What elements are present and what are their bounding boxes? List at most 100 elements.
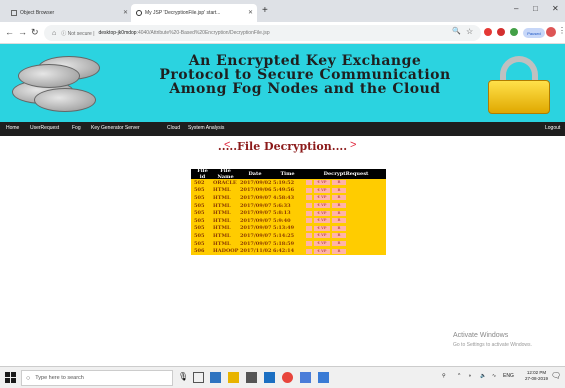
maximize-button[interactable]: □ — [533, 4, 538, 13]
extension-icon[interactable] — [497, 28, 505, 36]
decrypt-request-option[interactable] — [306, 233, 312, 239]
file-name-cell: HTML — [213, 232, 231, 239]
decrypt-request-option[interactable]: R — [332, 203, 346, 209]
nav-fog[interactable]: Fog — [72, 125, 81, 131]
decrypt-request-option[interactable]: R — [332, 187, 346, 193]
decrypt-request-button[interactable]: € VP — [314, 210, 330, 216]
decrypt-request-option[interactable]: R — [332, 241, 346, 247]
tab-object-browser[interactable]: Object Browser ✕ — [6, 4, 132, 22]
nav-userrequest[interactable]: UserRequest — [30, 125, 59, 131]
zoom-icon[interactable]: 🔍 — [452, 27, 461, 35]
decrypt-request-option[interactable] — [306, 210, 312, 216]
file-id-cell: 505 — [194, 217, 205, 224]
table-row: 506 HADOOP 2017/11/02 6:42:14 € VP R — [191, 247, 386, 255]
nav-home[interactable]: Home — [6, 125, 19, 131]
screen: Object Browser ✕ My JSP 'DecryptionFile.… — [0, 0, 565, 388]
decrypt-request-button[interactable]: € VP — [314, 180, 330, 186]
close-tab-icon[interactable]: ✕ — [123, 9, 128, 16]
chevron-up-icon[interactable]: ^ — [458, 373, 460, 379]
menu-icon[interactable]: ⋮ — [558, 26, 565, 35]
app-icon[interactable] — [210, 372, 221, 383]
decrypt-request-button[interactable]: € VP — [314, 187, 330, 193]
decryption-table: File id File Name Date Time DecryptReque… — [191, 168, 386, 255]
tab-title: Object Browser — [20, 10, 55, 16]
nav-logout[interactable]: Logout — [545, 125, 560, 131]
decrypt-request-button[interactable]: € VP — [314, 218, 330, 224]
time-cell: 5:9:40 — [273, 217, 291, 224]
decrypt-request-button[interactable]: € VP — [314, 241, 330, 247]
time-cell: 4:58:43 — [273, 194, 295, 201]
decrypt-request-button[interactable]: € VP — [314, 225, 330, 231]
extension-icon[interactable] — [484, 28, 492, 36]
reload-icon[interactable]: ↻ — [31, 27, 39, 38]
decrypt-request-option[interactable]: R — [332, 233, 346, 239]
url-field[interactable]: ⌂ ⓘ Not secure | desktop-jk0mdop :4040/A… — [44, 25, 481, 41]
decrypt-request-option[interactable] — [306, 241, 312, 247]
decrypt-request-controls: € VP R — [306, 203, 386, 209]
keyboard-lang[interactable]: ENG — [503, 373, 514, 379]
task-view-icon[interactable] — [193, 372, 204, 383]
decrypt-request-option[interactable] — [306, 203, 312, 209]
taskbar-clock[interactable]: 12:02 PM 27-08-2019 — [525, 370, 548, 382]
new-tab-button[interactable]: + — [262, 5, 268, 16]
decrypt-request-option[interactable]: R — [332, 180, 346, 186]
nav-key-generator-server[interactable]: Key Generator Server — [91, 125, 140, 131]
notification-icon[interactable]: 🗨 — [551, 371, 561, 380]
decrypt-request-controls: € VP R — [306, 180, 386, 186]
forward-icon[interactable]: → — [18, 27, 27, 37]
decrypt-request-option[interactable] — [306, 180, 312, 186]
wifi-icon[interactable]: ∿ — [492, 373, 496, 379]
decrypt-request-option[interactable] — [306, 248, 312, 254]
url-host: desktop-jk0mdop — [98, 30, 137, 36]
mail-icon[interactable] — [264, 372, 275, 383]
decrypt-request-cell: € VP R — [302, 241, 386, 247]
file-name-cell: HTML — [213, 240, 231, 247]
time-cell: 5:18:59 — [273, 240, 295, 247]
taskbar-search-input[interactable]: ○ Type here to search — [21, 370, 173, 386]
nav-cloud[interactable]: Cloud — [167, 125, 180, 131]
minimize-button[interactable]: – — [514, 4, 518, 13]
close-tab-icon[interactable]: ✕ — [248, 9, 253, 16]
decrypt-request-option[interactable] — [306, 187, 312, 193]
profile-paused-badge[interactable]: Paused — [523, 28, 545, 38]
tab-decryption-file[interactable]: My JSP 'DecryptionFile.jsp' start... ✕ — [131, 4, 257, 22]
file-name-cell: HTML — [213, 194, 231, 201]
app-icon[interactable] — [318, 372, 329, 383]
decrypt-request-button[interactable]: € VP — [314, 195, 330, 201]
not-secure-label[interactable]: ⓘ Not secure | — [61, 30, 94, 37]
decrypt-request-option[interactable]: R — [332, 218, 346, 224]
decrypt-request-cell: € VP R — [302, 187, 386, 193]
decrypt-request-option[interactable] — [306, 218, 312, 224]
next-arrow[interactable]: > — [350, 139, 356, 151]
time-cell: 5:8:13 — [273, 210, 291, 217]
back-icon[interactable]: ← — [5, 27, 14, 37]
decrypt-request-button[interactable]: € VP — [314, 233, 330, 239]
decrypt-request-button[interactable]: € VP — [314, 248, 330, 254]
table-row: 505 HTML 2017/09/07 4:58:43 € VP R — [191, 194, 386, 202]
decrypt-request-option[interactable]: R — [332, 225, 346, 231]
folder-icon[interactable] — [228, 372, 239, 383]
star-icon[interactable]: ☆ — [466, 27, 473, 36]
extension-icon[interactable] — [510, 28, 518, 36]
file-id-cell: 506 — [194, 248, 205, 255]
mic-icon[interactable]: 🎙 — [178, 372, 189, 383]
chrome-icon[interactable] — [282, 372, 293, 383]
network-icon[interactable]: ◑ — [468, 373, 471, 379]
app-icon[interactable] — [300, 372, 311, 383]
decrypt-request-option[interactable]: R — [332, 195, 346, 201]
home-icon[interactable]: ⌂ — [52, 30, 56, 37]
decrypt-request-button[interactable]: € VP — [314, 203, 330, 209]
store-icon[interactable] — [246, 372, 257, 383]
nav-system-analysis[interactable]: System Analysis — [188, 125, 224, 131]
decrypt-request-option[interactable] — [306, 225, 312, 231]
decrypt-request-option[interactable]: R — [332, 210, 346, 216]
volume-icon[interactable]: 🔈 — [480, 373, 486, 379]
decrypt-request-controls: € VP R — [306, 241, 386, 247]
close-window-button[interactable]: ✕ — [552, 4, 559, 13]
windows-start-icon[interactable] — [5, 372, 17, 384]
decrypt-request-option[interactable]: R — [332, 248, 346, 254]
avatar[interactable] — [546, 27, 556, 37]
people-icon[interactable]: ⚲ — [442, 373, 446, 379]
decrypt-request-cell: € VP R — [302, 210, 386, 216]
decrypt-request-option[interactable] — [306, 195, 312, 201]
